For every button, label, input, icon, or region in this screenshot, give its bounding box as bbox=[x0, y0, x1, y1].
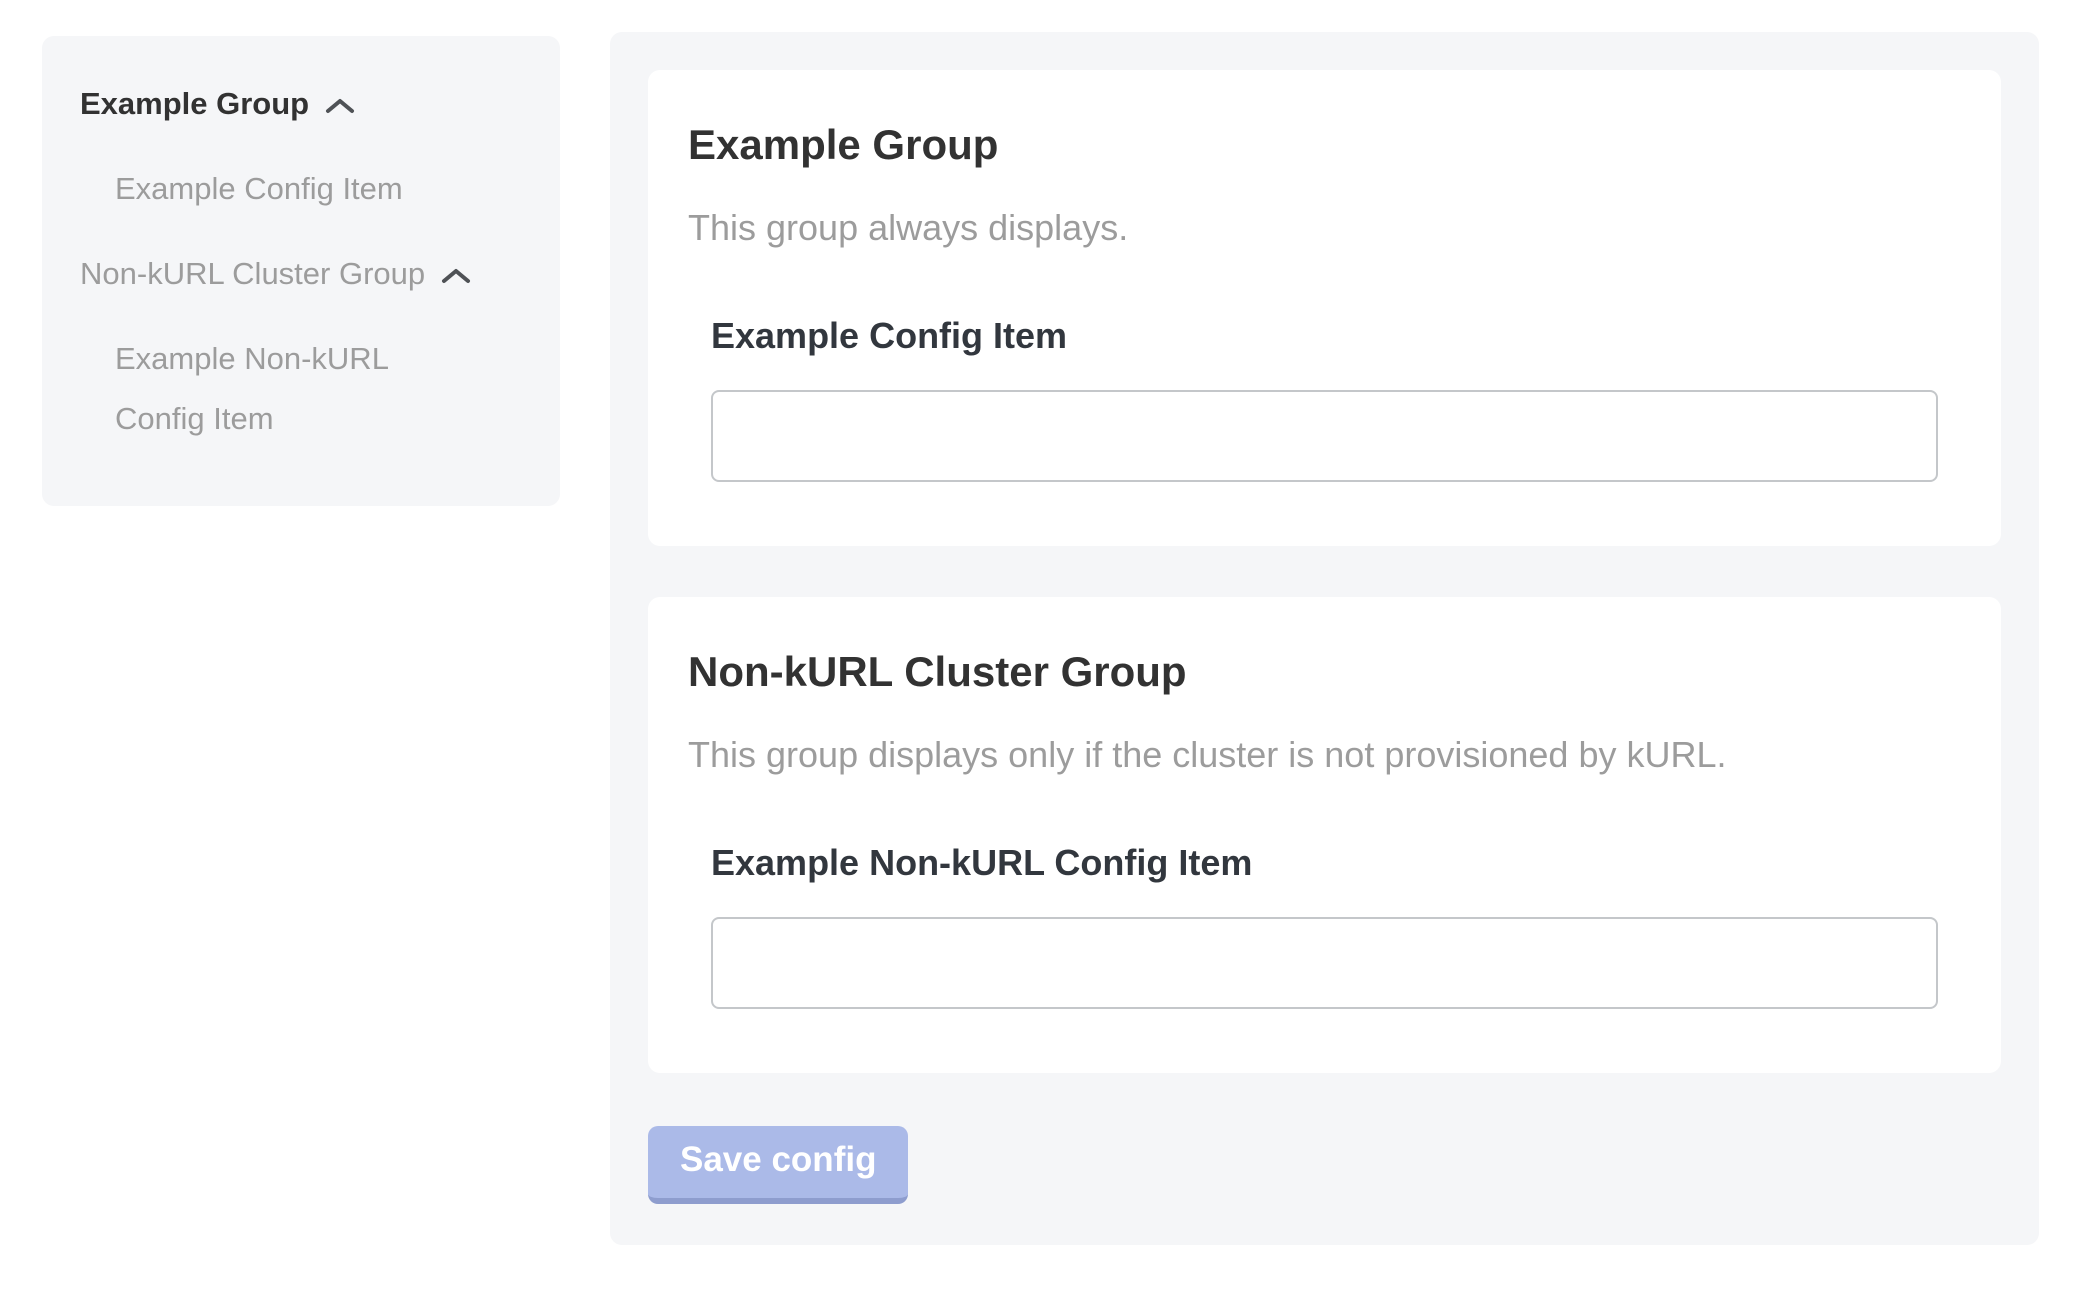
config-item-label: Example Non-kURL Config Item bbox=[711, 839, 1938, 887]
sidebar-group-example-group[interactable]: Example Group bbox=[80, 74, 522, 134]
sidebar-group-label: Example Group bbox=[80, 86, 309, 122]
group-description: This group always displays. bbox=[688, 206, 1961, 250]
config-nav: Example Group Example Config Item Non-kU… bbox=[80, 74, 522, 449]
config-item: Example Config Item bbox=[711, 312, 1938, 482]
save-config-button[interactable]: Save config bbox=[648, 1126, 908, 1204]
sidebar-group-non-kurl-cluster-group[interactable]: Non-kURL Cluster Group bbox=[80, 244, 522, 304]
group-description: This group displays only if the cluster … bbox=[688, 733, 1961, 777]
config-item: Example Non-kURL Config Item bbox=[711, 839, 1938, 1009]
sidebar-item-example-config-item[interactable]: Example Config Item bbox=[115, 159, 465, 219]
config-group-card-non-kurl-cluster-group: Non-kURL Cluster Group This group displa… bbox=[648, 597, 2001, 1073]
group-title: Non-kURL Cluster Group bbox=[688, 647, 1961, 697]
config-item-label: Example Config Item bbox=[711, 312, 1938, 360]
config-nav-sidebar: Example Group Example Config Item Non-kU… bbox=[42, 36, 560, 506]
chevron-up-icon bbox=[324, 97, 356, 115]
group-title: Example Group bbox=[688, 120, 1961, 170]
sidebar-group-label: Non-kURL Cluster Group bbox=[80, 256, 425, 292]
config-group-card-example-group: Example Group This group always displays… bbox=[648, 70, 2001, 546]
config-item-input[interactable] bbox=[711, 917, 1938, 1009]
chevron-up-icon bbox=[440, 267, 472, 285]
config-item-input[interactable] bbox=[711, 390, 1938, 482]
sidebar-item-example-non-kurl-config-item[interactable]: Example Non-kURL Config Item bbox=[115, 329, 465, 449]
config-panel: Example Group This group always displays… bbox=[610, 32, 2039, 1245]
